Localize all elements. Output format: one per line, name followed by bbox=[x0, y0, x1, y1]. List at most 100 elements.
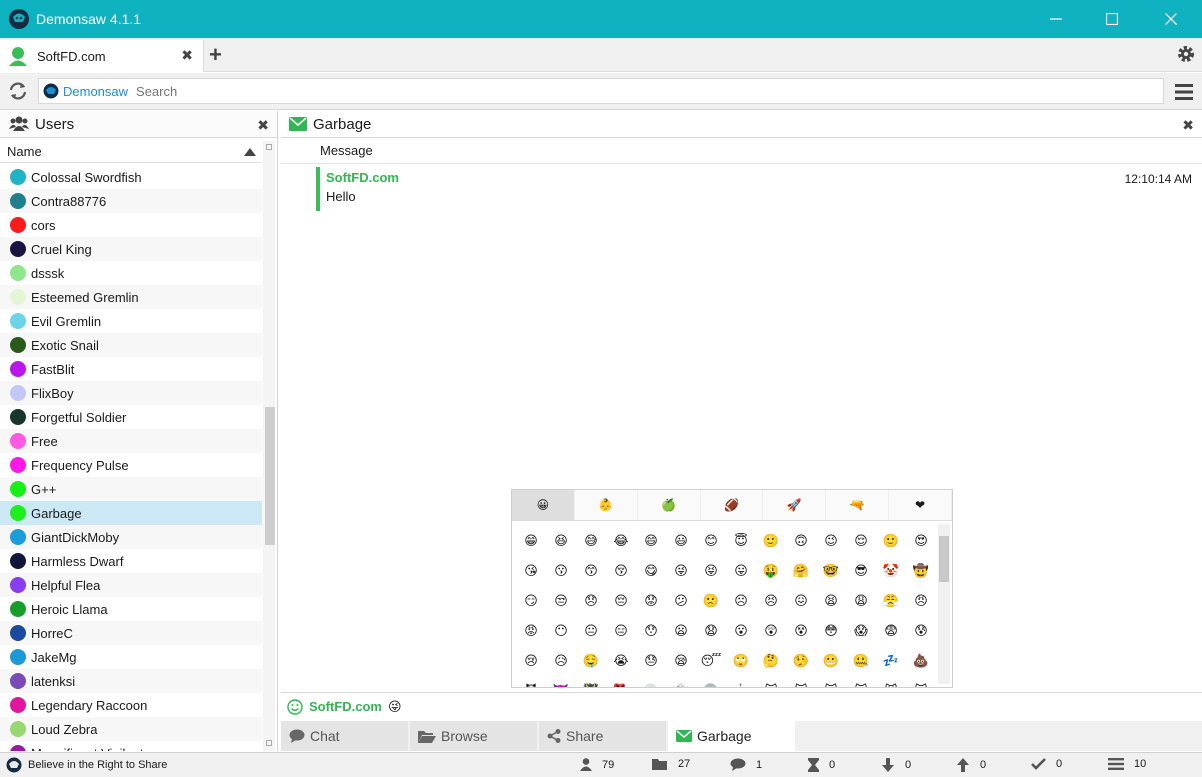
emoji-cell[interactable]: 😭 bbox=[606, 646, 636, 676]
user-row[interactable]: Evil Gremlin bbox=[0, 309, 262, 333]
name-column-header[interactable]: Name bbox=[0, 140, 262, 163]
user-row[interactable]: Contra88776 bbox=[0, 189, 262, 213]
emoji-cell[interactable]: 🤡 bbox=[876, 556, 906, 586]
emoji-cell[interactable]: 😓 bbox=[636, 646, 666, 676]
emoji-category-tab[interactable]: 🏈 bbox=[701, 490, 764, 520]
emoji-cell[interactable]: 😔 bbox=[606, 586, 636, 616]
emoji-cell[interactable]: 😌 bbox=[846, 526, 876, 556]
emoji-cell[interactable]: 😍 bbox=[906, 526, 936, 556]
emoji-cell[interactable]: 😋 bbox=[636, 556, 666, 586]
emoji-scrollbar[interactable] bbox=[938, 524, 950, 684]
emoji-cell[interactable]: 😝 bbox=[696, 556, 726, 586]
user-row[interactable]: Heroic Llama bbox=[0, 597, 262, 621]
user-row[interactable]: Esteemed Gremlin bbox=[0, 285, 262, 309]
emoji-cell[interactable]: 😒 bbox=[546, 586, 576, 616]
emoji-cell[interactable]: 😉 bbox=[816, 526, 846, 556]
emoji-cell[interactable]: 👺 bbox=[606, 676, 636, 687]
user-row[interactable]: Forgetful Soldier bbox=[0, 405, 262, 429]
emoji-cell[interactable]: 🤓 bbox=[816, 556, 846, 586]
emoji-cell[interactable]: 😙 bbox=[576, 556, 606, 586]
user-row[interactable]: Garbage bbox=[0, 501, 262, 525]
tab-close-icon[interactable]: ✖ bbox=[181, 47, 193, 64]
emoji-cell[interactable]: 😩 bbox=[846, 586, 876, 616]
emoji-cell[interactable]: 👿 bbox=[546, 676, 576, 687]
emoji-cell[interactable]: 🤐 bbox=[846, 646, 876, 676]
emoji-category-tab[interactable]: 😀 bbox=[512, 490, 575, 520]
tab-share[interactable]: Share bbox=[539, 721, 666, 751]
emoji-cell[interactable]: 👻 bbox=[666, 676, 696, 687]
emoji-cell[interactable]: 😸 bbox=[786, 676, 816, 687]
emoji-cell[interactable]: 😕 bbox=[666, 586, 696, 616]
user-row[interactable]: Free bbox=[0, 429, 262, 453]
emoji-cell[interactable]: 😻 bbox=[846, 676, 876, 687]
emoji-cell[interactable]: 👽 bbox=[696, 676, 726, 687]
emoji-cell[interactable]: 😵 bbox=[786, 616, 816, 646]
emoji-cell[interactable]: 😚 bbox=[606, 556, 636, 586]
emoji-cell[interactable]: 😺 bbox=[756, 676, 786, 687]
gear-icon[interactable] bbox=[1176, 44, 1196, 64]
tab-browse[interactable]: Browse bbox=[410, 721, 537, 751]
emoji-cell[interactable]: 😥 bbox=[546, 646, 576, 676]
emoji-cell[interactable]: 😽 bbox=[906, 676, 936, 687]
emoji-cell[interactable]: 😇 bbox=[726, 526, 756, 556]
emoji-cell[interactable]: 😃 bbox=[666, 526, 696, 556]
status-chats[interactable]: 1 bbox=[730, 758, 762, 771]
emoji-cell[interactable]: 😯 bbox=[636, 616, 666, 646]
emoji-cell[interactable]: 😰 bbox=[906, 616, 936, 646]
user-row[interactable]: FastBlit bbox=[0, 357, 262, 381]
emoji-cell[interactable]: 🙃 bbox=[786, 526, 816, 556]
emoji-cell[interactable]: 😊 bbox=[696, 526, 726, 556]
scroll-up-icon[interactable] bbox=[266, 144, 272, 150]
emoji-cell[interactable]: 🤗 bbox=[786, 556, 816, 586]
user-row[interactable]: Legendary Raccoon bbox=[0, 693, 262, 717]
scrollbar-thumb[interactable] bbox=[265, 407, 275, 545]
emoji-cell[interactable]: 😠 bbox=[906, 586, 936, 616]
emoji-cell[interactable]: 😐 bbox=[576, 616, 606, 646]
emoji-cell[interactable]: 😗 bbox=[546, 556, 576, 586]
user-row[interactable]: Magnificent Vigilante bbox=[0, 741, 262, 751]
emoji-cell[interactable]: 💩 bbox=[906, 646, 936, 676]
emoji-cell[interactable]: 💤 bbox=[876, 646, 906, 676]
emoji-cell[interactable]: 😈 bbox=[516, 676, 546, 687]
user-row[interactable]: Exotic Snail bbox=[0, 333, 262, 357]
emoji-cell[interactable]: 💀 bbox=[636, 676, 666, 687]
emoji-category-tab[interactable]: 🔫 bbox=[826, 490, 890, 520]
emoji-cell[interactable]: 😑 bbox=[606, 616, 636, 646]
status-finished[interactable]: 0 bbox=[1031, 758, 1062, 770]
user-row[interactable]: dsssk bbox=[0, 261, 262, 285]
emoji-cell[interactable]: 😛 bbox=[726, 556, 756, 586]
emoji-cell[interactable]: 🤤 bbox=[576, 646, 606, 676]
emoji-cell[interactable]: 😨 bbox=[876, 616, 906, 646]
users-panel-close-icon[interactable]: ✖ bbox=[257, 117, 269, 134]
tab-garbage[interactable]: Garbage bbox=[668, 721, 795, 751]
emoji-cell[interactable]: 🙁 bbox=[696, 586, 726, 616]
emoji-cell[interactable]: 😼 bbox=[876, 676, 906, 687]
emoji-cell[interactable]: 🤑 bbox=[756, 556, 786, 586]
emoji-cell[interactable]: 😴 bbox=[696, 646, 726, 676]
refresh-icon[interactable] bbox=[8, 81, 28, 101]
user-row[interactable]: Frequency Pulse bbox=[0, 453, 262, 477]
emoji-cell[interactable]: 😧 bbox=[696, 616, 726, 646]
chat-input-text[interactable]: 😜 bbox=[388, 699, 402, 715]
emoji-cell[interactable]: 🤥 bbox=[786, 646, 816, 676]
chat-input-row[interactable]: SoftFD.com 😜 bbox=[281, 692, 1202, 720]
users-scrollbar[interactable] bbox=[263, 141, 275, 751]
user-row[interactable]: JakeMg bbox=[0, 645, 262, 669]
emoji-cell[interactable]: 😟 bbox=[636, 586, 666, 616]
emoji-cell[interactable]: 🙂 bbox=[876, 526, 906, 556]
emoji-cell[interactable]: 😢 bbox=[516, 646, 546, 676]
emoji-scrollbar-thumb[interactable] bbox=[939, 536, 949, 582]
tab-chat[interactable]: Chat bbox=[281, 721, 408, 751]
router-name[interactable]: Demonsaw bbox=[63, 84, 128, 99]
emoji-cell[interactable]: 😤 bbox=[876, 586, 906, 616]
emoji-cell[interactable]: 🤔 bbox=[756, 646, 786, 676]
emoji-cell[interactable]: 😬 bbox=[816, 646, 846, 676]
user-row[interactable]: Harmless Dwarf bbox=[0, 549, 262, 573]
status-folders[interactable]: 27 bbox=[652, 758, 690, 770]
emoji-category-tab[interactable]: 🚀 bbox=[763, 490, 827, 520]
status-downloads[interactable]: 0 bbox=[881, 758, 911, 772]
emoji-cell[interactable]: 😳 bbox=[816, 616, 846, 646]
user-row[interactable]: cors bbox=[0, 213, 262, 237]
user-row[interactable]: Loud Zebra bbox=[0, 717, 262, 741]
emoji-cell[interactable]: 🙄 bbox=[726, 646, 756, 676]
